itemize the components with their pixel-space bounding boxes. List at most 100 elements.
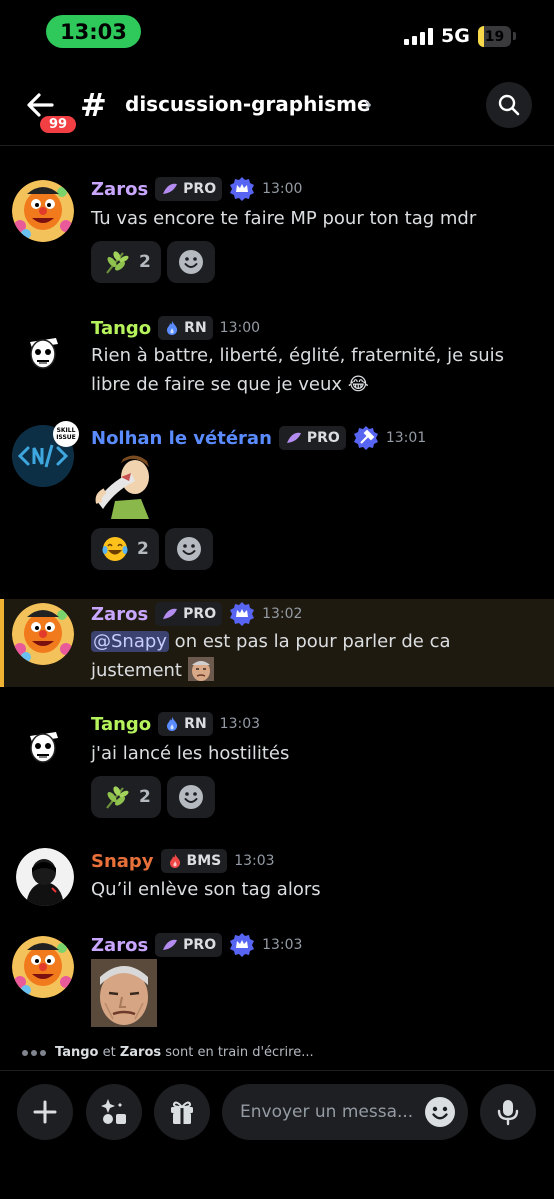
author-name[interactable]: Tango (91, 714, 151, 735)
typing-text: Tango et Zaros sont en train d'écrire... (55, 1045, 314, 1060)
timestamp: 13:03 (262, 937, 303, 953)
message-list[interactable]: Zaros PRO 13:00 Tu vas encore te faire M… (0, 146, 554, 1046)
battery-cap (513, 32, 516, 40)
wiping-sweat-meme-image (91, 451, 161, 519)
meme-image[interactable] (91, 451, 161, 519)
author-name[interactable]: Zaros (91, 935, 148, 956)
reaction-bar: 2 (91, 776, 215, 818)
timestamp: 13:00 (262, 181, 303, 197)
avatar[interactable] (12, 318, 74, 380)
role-tag-label: BMS (186, 853, 222, 869)
ernie-avatar-icon (12, 603, 74, 665)
reaction[interactable]: 2 (91, 241, 161, 283)
status-bar: 13:03 5G 19 (0, 0, 554, 70)
reaction-bar: 2 (91, 528, 213, 570)
sparkles-icon (101, 1099, 126, 1124)
gift-icon (171, 1101, 193, 1124)
reaction[interactable]: 2 (91, 528, 159, 570)
role-tag[interactable]: PRO (278, 426, 346, 450)
role-tag-label: RN (184, 716, 207, 732)
role-tag[interactable]: PRO (155, 602, 223, 626)
chevron-right-icon[interactable]: › (364, 92, 372, 116)
message[interactable]: Zaros PRO 13:00 Tu vas encore te faire M… (0, 170, 554, 290)
message[interactable]: Snapy BMS 13:03 Qu’il enlève son tag alo… (0, 844, 554, 924)
herb-icon (106, 251, 129, 274)
emoji-picker-icon[interactable] (424, 1096, 456, 1128)
battery-icon: 19 (478, 26, 511, 47)
typing-indicator: Tango et Zaros sont en train d'écrire... (22, 1045, 314, 1060)
avatar[interactable] (12, 936, 74, 998)
smiley-icon (176, 537, 201, 561)
smiley-icon (178, 250, 203, 274)
timestamp: 13:01 (385, 430, 427, 446)
meme-image[interactable] (91, 959, 157, 1027)
avatar[interactable] (12, 603, 74, 665)
message-text: Qu’il enlève son tag alors (91, 879, 321, 900)
message[interactable]: Tango RN 13:03 j'ai lancé les hostilités… (0, 706, 554, 826)
typing-dots-icon (22, 1045, 49, 1060)
author-name[interactable]: Nolhan le vétéran (91, 428, 272, 449)
message[interactable]: SKILLISSUE Nolhan le vétéran PRO 13:01 (0, 421, 554, 581)
message-text: @Snapy on est pas la pour parler de ca j… (91, 627, 491, 685)
add-reaction-button[interactable] (166, 241, 215, 283)
reaction-count: 2 (137, 539, 149, 559)
search-button[interactable] (486, 82, 532, 128)
author-name[interactable]: Tango (91, 318, 151, 339)
author-name[interactable]: Zaros (91, 604, 148, 625)
battery-level: 19 (484, 28, 505, 45)
message-input[interactable] (240, 1102, 430, 1122)
timestamp: 13:00 (219, 320, 261, 336)
crown-badge-icon (230, 933, 255, 957)
timestamp: 13:03 (219, 716, 261, 732)
role-tag[interactable]: PRO (155, 177, 223, 201)
message[interactable]: Tango RN 13:00 Rien à battre, liberté, é… (0, 308, 554, 408)
search-icon (498, 94, 520, 116)
apps-button[interactable] (86, 1084, 142, 1140)
add-reaction-button[interactable] (166, 776, 215, 818)
avatar[interactable] (12, 712, 74, 774)
reaction[interactable]: 2 (91, 776, 161, 818)
role-tag[interactable]: RN (158, 316, 213, 340)
crown-badge-icon (230, 602, 255, 626)
fire-icon (167, 717, 178, 731)
add-reaction-button[interactable] (164, 528, 213, 570)
crown-badge-icon (230, 177, 255, 201)
channel-name[interactable]: discussion-graphisme (125, 92, 371, 116)
fire-icon (167, 321, 178, 335)
role-tag[interactable]: PRO (155, 933, 223, 957)
chirac-meme-image (91, 959, 157, 1027)
user-mention[interactable]: @Snapy (91, 631, 169, 652)
author-name[interactable]: Snapy (91, 851, 154, 872)
message-text: Tu vas encore te faire MP pour ton tag m… (91, 208, 477, 229)
avatar[interactable] (12, 180, 74, 242)
voice-message-button[interactable] (480, 1084, 536, 1140)
role-tag-label: PRO (306, 430, 340, 446)
author-name[interactable]: Zaros (91, 179, 148, 200)
microphone-icon (497, 1100, 519, 1126)
role-tag[interactable]: BMS (160, 849, 228, 873)
feather-icon (163, 183, 178, 194)
reaction-count: 2 (139, 252, 151, 272)
attach-button[interactable] (17, 1084, 73, 1140)
feather-icon (163, 939, 178, 950)
ernie-avatar-icon (12, 180, 74, 242)
message-input-wrapper (222, 1084, 468, 1140)
message[interactable]: Zaros PRO 13:03 (0, 932, 554, 1032)
channel-header: 99 # discussion-graphisme › (0, 70, 554, 146)
role-tag-label: PRO (183, 937, 217, 953)
unread-badge: 99 (38, 114, 78, 135)
hammer-badge-icon (353, 426, 378, 450)
hash-icon: # (80, 86, 107, 124)
avatar[interactable] (16, 848, 74, 906)
gift-button[interactable] (154, 1084, 210, 1140)
message-header: Zaros PRO 13:00 (91, 176, 302, 202)
message-text: j'ai lancé les hostilités (91, 743, 290, 764)
role-tag[interactable]: RN (158, 712, 213, 736)
ernie-avatar-icon (12, 936, 74, 998)
message-mention-highlight[interactable]: Zaros PRO 13:02 @Snapy on est pas la pou… (0, 599, 554, 687)
message-header: Zaros PRO 13:02 (91, 601, 302, 627)
message-composer (0, 1070, 554, 1199)
message-header: Tango RN 13:00 (91, 316, 260, 340)
feather-icon (163, 608, 178, 619)
status-time: 13:03 (46, 15, 141, 48)
